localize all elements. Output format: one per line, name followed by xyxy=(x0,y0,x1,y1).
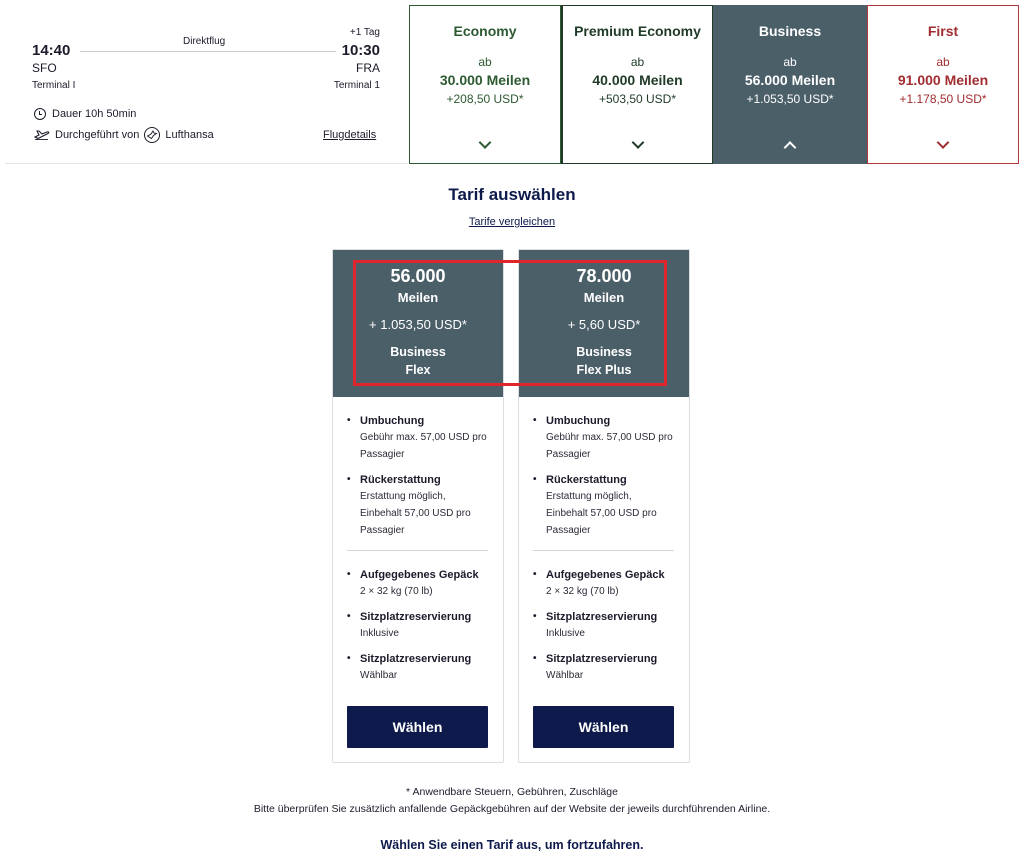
feature-detail: Gebühr max. 57,00 USD pro xyxy=(360,432,487,443)
choose-fare-button[interactable]: Wählen xyxy=(347,706,488,748)
cabin-tab-premium-economy[interactable]: Premium Economy ab 40.000 Meilen +503,50… xyxy=(561,5,713,164)
cabin-from-label: ab xyxy=(478,55,492,69)
feature-detail: Wählbar xyxy=(546,670,584,681)
compare-fares-link: Tarife vergleichen xyxy=(5,216,1019,228)
lufthansa-logo-icon xyxy=(144,127,161,143)
feature-detail: 2 × 32 kg (70 lb) xyxy=(546,586,619,597)
direct-flight-label: Direktflug xyxy=(183,36,226,47)
route-line xyxy=(80,51,336,52)
feature-title: Sitzplatzreservierung xyxy=(533,653,657,665)
cabin-name: Economy xyxy=(453,23,517,39)
plane-icon xyxy=(33,128,50,143)
chevron-up-icon xyxy=(783,141,797,154)
feature-detail: Gebühr max. 57,00 USD pro xyxy=(546,432,673,443)
feature-title: Umbuchung xyxy=(533,415,610,427)
select-fare-prompt: Wählen Sie einen Tarif aus, um fortzufah… xyxy=(380,838,644,852)
fare-usd: + 5,60 USD* xyxy=(567,317,641,332)
cabin-miles: 40.000 Meilen xyxy=(592,72,683,88)
feature-divider xyxy=(533,550,674,551)
feature-detail: Inklusive xyxy=(360,628,399,639)
plus-day-label: +1 Tag xyxy=(349,27,380,38)
feature-detail: 2 × 32 kg (70 lb) xyxy=(360,586,433,597)
section-title: Tarif auswählen xyxy=(448,185,576,204)
feature-title: Sitzplatzreservierung xyxy=(347,611,471,623)
arrival-airport: FRA xyxy=(356,61,380,75)
feature-detail: Erstattung möglich, xyxy=(360,491,446,502)
fare-card-business-flex-plus: 78.000 Meilen + 5,60 USD* Business Flex … xyxy=(518,249,690,763)
flight-details-link[interactable]: Flugdetails xyxy=(323,129,376,141)
feature-title: Umbuchung xyxy=(347,415,424,427)
cabin-usd: +503,50 USD* xyxy=(598,92,677,106)
clock-icon xyxy=(34,108,46,120)
cabin-tab-economy[interactable]: Economy ab 30.000 Meilen +208,50 USD* xyxy=(409,5,561,164)
cabin-from-label: ab xyxy=(936,55,950,69)
cabin-from-label: ab xyxy=(630,55,645,69)
page: +1 Tag Direktflug 14:40 10:30 SFO FRA Te… xyxy=(5,5,1019,860)
feature-detail: Passagier xyxy=(546,449,591,460)
fare-name-line1: Business xyxy=(390,345,446,359)
cabin-miles: 91.000 Meilen xyxy=(897,72,989,88)
fare-name-line1: Business xyxy=(576,345,632,359)
feature-title: Rückerstattung xyxy=(533,474,627,486)
compare-fares-link-text[interactable]: Tarife vergleichen xyxy=(469,216,555,228)
feature-detail: Wählbar xyxy=(360,670,398,681)
cabin-tab-business[interactable]: Business ab 56.000 Meilen +1.053,50 USD* xyxy=(713,5,867,164)
feature-detail: Inklusive xyxy=(546,628,585,639)
fare-card-business-flex: 56.000 Meilen + 1.053,50 USD* Business F… xyxy=(332,249,504,763)
cabin-name: Premium Economy xyxy=(574,23,701,39)
duration-row: Dauer 10h 50min xyxy=(34,108,136,120)
fare-header: 56.000 Meilen + 1.053,50 USD* Business F… xyxy=(333,250,503,397)
feature-title: Aufgegebenes Gepäck xyxy=(533,569,665,581)
feature-detail: Erstattung möglich, xyxy=(546,491,632,502)
fare-miles: 78.000 xyxy=(576,266,632,286)
feature-title: Sitzplatzreservierung xyxy=(347,653,471,665)
fare-miles-unit: Meilen xyxy=(583,290,625,305)
cabin-usd: +1.178,50 USD* xyxy=(899,92,987,106)
departure-airport: SFO xyxy=(32,61,57,75)
feature-title: Rückerstattung xyxy=(347,474,441,486)
tax-footnote: * Anwendbare Steuern, Gebühren, Zuschläg… xyxy=(406,786,618,798)
fare-name-line2: Flex Plus xyxy=(576,363,632,377)
feature-title: Sitzplatzreservierung xyxy=(533,611,657,623)
arrival-terminal: Terminal 1 xyxy=(333,80,380,91)
cabin-name: Business xyxy=(758,23,822,39)
departure-time: 14:40 xyxy=(32,42,71,59)
baggage-footnote: Bitte überprüfen Sie zusätzlich anfallen… xyxy=(253,803,771,815)
cabin-usd: +208,50 USD* xyxy=(446,92,524,106)
cabin-tab-first[interactable]: First ab 91.000 Meilen +1.178,50 USD* xyxy=(867,5,1019,164)
cabin-usd: +1.053,50 USD* xyxy=(746,92,834,106)
feature-divider xyxy=(347,550,488,551)
fare-miles: 56.000 xyxy=(390,266,446,286)
arrival-time: 10:30 xyxy=(341,42,380,59)
fare-usd: + 1.053,50 USD* xyxy=(369,317,467,332)
flight-summary: +1 Tag Direktflug 14:40 10:30 SFO FRA Te… xyxy=(5,5,408,164)
chevron-down-icon xyxy=(936,136,950,149)
feature-detail: Passagier xyxy=(546,525,591,536)
cabin-name: First xyxy=(927,23,959,39)
feature-detail: Einbehalt 57,00 USD pro xyxy=(546,508,657,519)
airline-name: Lufthansa xyxy=(165,129,214,141)
fare-header: 78.000 Meilen + 5,60 USD* Business Flex … xyxy=(519,250,689,397)
cabin-miles: 56.000 Meilen xyxy=(744,72,836,88)
departure-terminal: Terminal I xyxy=(32,80,76,91)
operated-by-label: Durchgeführt von xyxy=(55,129,140,141)
fare-name-line2: Flex xyxy=(405,363,431,377)
feature-detail: Passagier xyxy=(360,525,405,536)
feature-detail: Einbehalt 57,00 USD pro xyxy=(360,508,471,519)
chevron-down-icon xyxy=(478,136,492,149)
duration-text: Dauer 10h 50min xyxy=(52,108,137,120)
chevron-down-icon xyxy=(631,136,644,149)
feature-title: Aufgegebenes Gepäck xyxy=(347,569,479,581)
choose-fare-button[interactable]: Wählen xyxy=(533,706,674,748)
operated-by-row: Durchgeführt von Lufthansa xyxy=(33,127,214,143)
feature-detail: Passagier xyxy=(360,449,405,460)
fare-miles-unit: Meilen xyxy=(397,290,439,305)
cabin-from-label: ab xyxy=(783,55,797,69)
cabin-miles: 30.000 Meilen xyxy=(439,72,531,88)
